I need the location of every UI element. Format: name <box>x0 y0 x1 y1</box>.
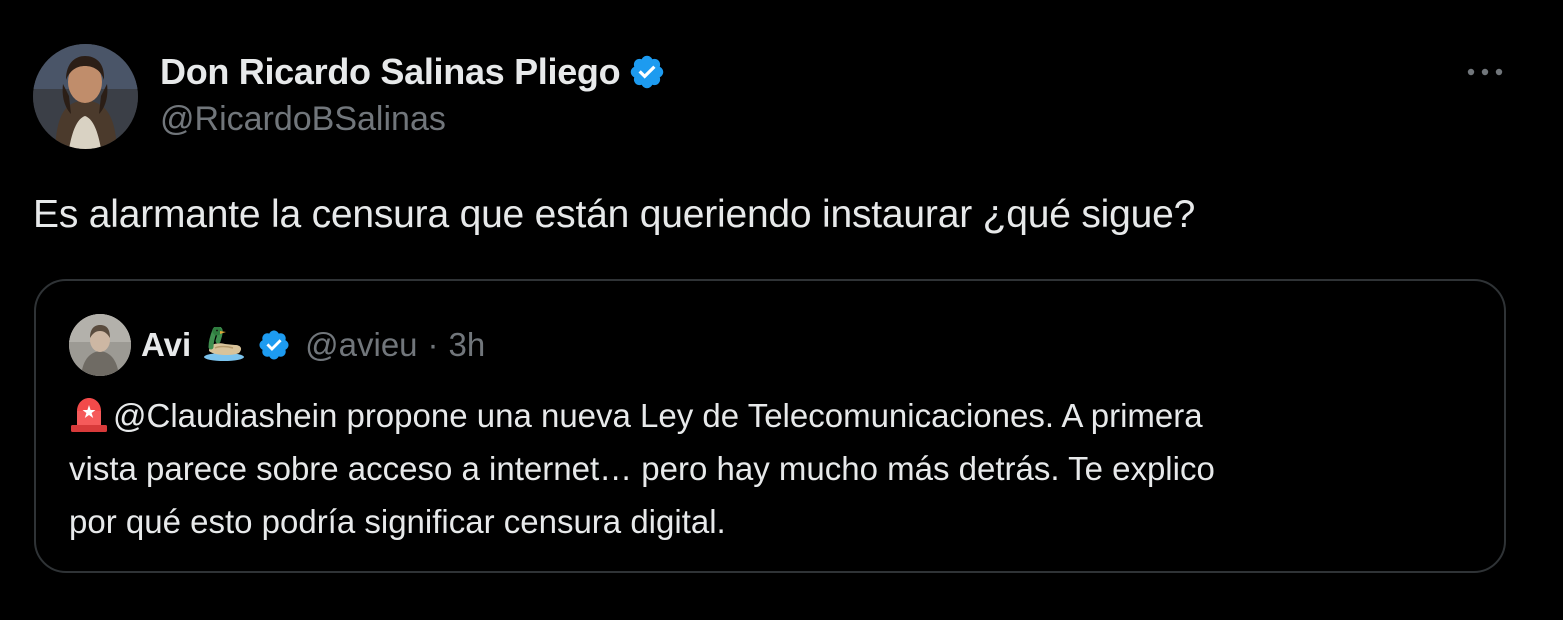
rotating-light-icon <box>71 398 107 432</box>
quoted-tweet-card[interactable]: Avi @avieu · 3h @Claudiashein propone un… <box>34 279 1506 573</box>
more-horizontal-icon <box>1467 68 1503 76</box>
quoted-text-line-3: por qué esto podría significar censura d… <box>69 503 726 540</box>
quoted-separator: · <box>427 326 439 363</box>
quoted-handle[interactable]: @avieu <box>305 326 417 364</box>
duck-icon <box>201 327 247 363</box>
quoted-timestamp[interactable]: 3h <box>449 326 486 364</box>
quoted-avatar-image <box>69 314 131 376</box>
quoted-avatar[interactable] <box>69 314 131 376</box>
author-display-name[interactable]: Don Ricardo Salinas Pliego <box>160 51 621 93</box>
avatar[interactable] <box>33 44 138 149</box>
verified-badge-icon <box>628 53 666 91</box>
quoted-text-line-2: vista parece sobre acceso a internet… pe… <box>69 450 1215 487</box>
tweet-text: Es alarmante la censura que están querie… <box>33 193 1196 236</box>
author-handle[interactable]: @RicardoBSalinas <box>160 100 446 139</box>
avatar-image <box>33 44 138 149</box>
quoted-display-name[interactable]: Avi <box>141 326 191 364</box>
quoted-verified-badge-icon <box>257 328 291 362</box>
more-options-button[interactable] <box>1455 55 1515 89</box>
quoted-text-line: @Claudiashein propone una nueva Ley de T… <box>69 389 1479 442</box>
tweet: Don Ricardo Salinas Pliego @RicardoBSali… <box>0 0 1563 620</box>
quoted-header: Avi @avieu · 3h <box>141 321 485 369</box>
quoted-text: @Claudiashein propone una nueva Ley de T… <box>69 389 1479 548</box>
author-name-row: Don Ricardo Salinas Pliego <box>160 48 666 96</box>
quoted-text-line-1: @Claudiashein propone una nueva Ley de T… <box>113 397 1203 434</box>
